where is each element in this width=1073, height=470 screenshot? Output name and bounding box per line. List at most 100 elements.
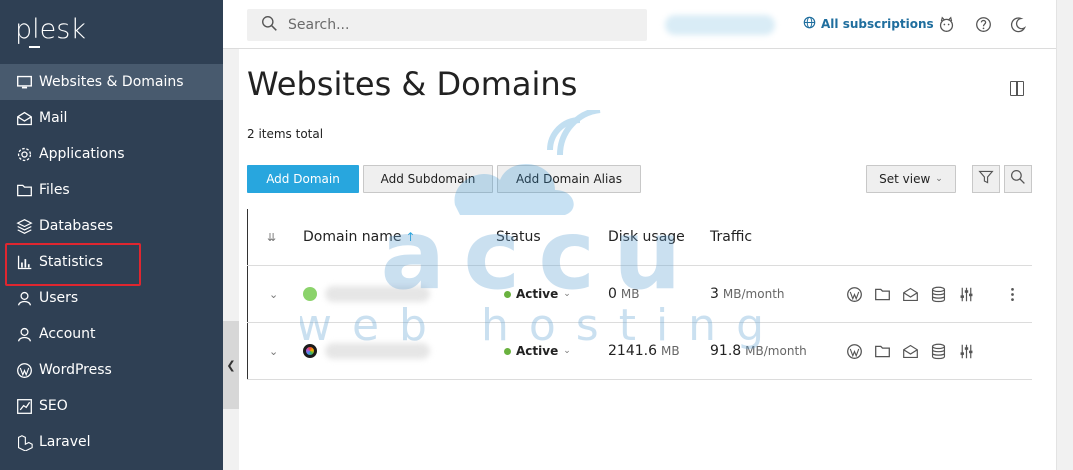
traffic-cell: 3 MB/month [710,286,785,302]
page-title: Websites & Domains [247,65,578,103]
folder-icon[interactable] [873,342,891,360]
sidebar-item-label: Account [39,326,96,342]
column-header-disk-usage[interactable]: Disk usage [608,209,685,265]
sliders-icon[interactable] [957,342,975,360]
folder-icon [15,181,33,199]
filter-icon [978,169,994,189]
sidebar-item-label: Statistics [39,254,103,270]
wordpress-icon[interactable] [845,285,863,303]
blurred-domain-name [325,286,430,302]
table-header-row: ⇊ Domain name ↑ Status Disk usage Traffi… [247,209,1032,266]
set-view-button[interactable]: Set view ⌄ [866,165,956,193]
status-dot-icon [504,290,511,298]
all-subscriptions-link[interactable]: All subscriptions [803,16,934,32]
domain-name-cell[interactable] [303,323,430,379]
wordpress-icon [15,361,33,379]
globe-icon [803,16,821,32]
table-search-button[interactable] [1004,165,1032,193]
chevron-left-icon: ❮ [226,358,236,372]
sidebar-item-label: Databases [39,218,114,234]
sidebar-item-mail[interactable]: Mail [0,100,223,136]
sidebar-item-databases[interactable]: Databases [0,208,223,244]
sidebar-item-label: Users [39,290,79,306]
envelope-icon[interactable] [901,342,919,360]
chevron-down-icon: ⌄ [563,346,571,356]
side-panel-toggle-icon[interactable] [1010,81,1024,96]
traffic-cell: 91.8 MB/month [710,343,807,359]
sidebar-item-label: Files [39,182,70,198]
sidebar-item-label: SEO [39,398,68,414]
right-scroll-gutter [1056,0,1073,470]
blurred-domain-name [325,343,430,359]
sidebar-item-label: Mail [39,110,68,126]
layers-icon [15,217,33,235]
sidebar-item-wordpress[interactable]: WordPress [0,352,223,388]
sidebar-item-seo[interactable]: SEO [0,388,223,424]
add-subdomain-button[interactable]: Add Subdomain [363,165,493,193]
search-icon [1010,169,1026,189]
sidebar: plesk Websites & Domains Mail Applicatio… [0,0,223,470]
cat-face-icon[interactable] [937,15,955,33]
sliders-icon[interactable] [957,285,975,303]
table-row: ⌄ Active ⌄ 0 MB 3 MB/month [247,266,1032,323]
sidebar-item-statistics[interactable]: Statistics [0,244,223,280]
database-icon[interactable] [929,342,947,360]
status-dropdown[interactable]: Active ⌄ [504,266,571,322]
sidebar-item-applications[interactable]: Applications [0,136,223,172]
disk-usage-cell: 0 MB [608,286,640,302]
add-domain-alias-button[interactable]: Add Domain Alias [497,165,641,193]
sidebar-item-account[interactable]: Account [0,316,223,352]
help-icon[interactable] [974,15,992,33]
database-icon[interactable] [929,285,947,303]
gear-icon [15,145,33,163]
table-row: ⌄ Active ⌄ 2141.6 MB 91.8 MB/month [247,323,1032,380]
column-header-traffic[interactable]: Traffic [710,209,752,265]
monitor-icon [15,73,33,91]
more-options-icon[interactable] [1003,285,1021,303]
account-icon [15,325,33,343]
envelope-icon [15,109,33,127]
seo-chart-icon [15,397,33,415]
wordpress-icon[interactable] [845,342,863,360]
search-input[interactable] [288,17,618,33]
chevron-down-icon: ⌄ [563,289,571,299]
moon-icon[interactable] [1009,15,1027,33]
column-header-domain-name[interactable]: Domain name ↑ [303,209,416,265]
row-expand-chevron-icon[interactable]: ⌄ [269,266,278,322]
chevron-down-icon: ⌄ [935,174,943,184]
top-bar: All subscriptions [223,0,1056,49]
items-total-count: 2 items total [247,127,324,141]
site-favicon-icon [303,287,317,301]
expand-all-icon[interactable]: ⇊ [267,209,276,265]
sort-ascending-icon: ↑ [405,230,416,244]
status-dropdown[interactable]: Active ⌄ [504,323,571,379]
row-actions [845,266,1031,322]
site-favicon-icon [303,344,317,358]
row-actions [845,323,985,379]
filter-button[interactable] [972,165,1000,193]
sidebar-item-files[interactable]: Files [0,172,223,208]
envelope-icon[interactable] [901,285,919,303]
add-domain-button[interactable]: Add Domain [247,165,359,193]
sidebar-item-websites-domains[interactable]: Websites & Domains [0,64,223,100]
sidebar-nav: Websites & Domains Mail Applications Fil… [0,64,223,460]
sidebar-item-users[interactable]: Users [0,280,223,316]
user-icon [15,289,33,307]
plesk-logo[interactable]: plesk [15,14,86,48]
bar-chart-icon [15,253,33,271]
sidebar-collapse-handle[interactable]: ❮ [223,321,239,409]
sidebar-item-label: Laravel [39,434,91,450]
sidebar-item-laravel[interactable]: Laravel [0,424,223,460]
domain-name-cell[interactable] [303,266,430,322]
search-box[interactable] [247,9,647,41]
laravel-icon [15,433,33,451]
main-content: Websites & Domains 2 items total Add Dom… [239,49,1056,470]
logo-bar [29,46,40,48]
search-icon [261,15,278,36]
blurred-account-name[interactable] [665,15,775,35]
row-expand-chevron-icon[interactable]: ⌄ [269,323,278,379]
column-header-status[interactable]: Status [496,209,541,265]
folder-icon[interactable] [873,285,891,303]
disk-usage-cell: 2141.6 MB [608,343,680,359]
status-dot-icon [504,347,511,355]
